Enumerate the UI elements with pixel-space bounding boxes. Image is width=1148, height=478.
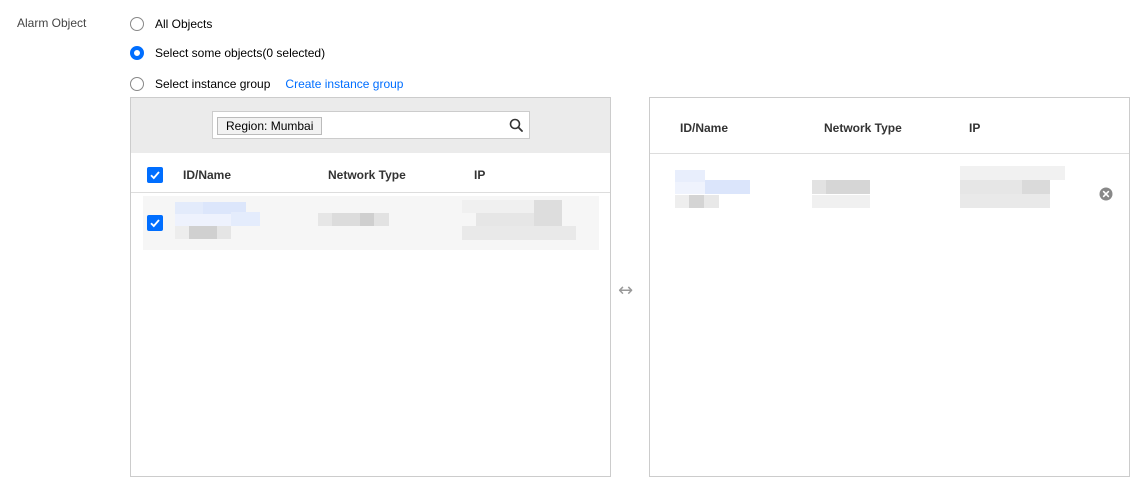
radio-all-objects-circle[interactable] xyxy=(130,17,144,31)
column-header-network-type[interactable]: Network Type xyxy=(824,121,902,135)
check-icon xyxy=(150,219,160,228)
header-divider xyxy=(650,153,1129,154)
column-header-ip[interactable]: IP xyxy=(474,168,485,182)
radio-all-objects-label: All Objects xyxy=(155,17,213,31)
selected-instances-panel: ID/Name Network Type IP xyxy=(649,97,1130,477)
transfer-arrow-icon: ↔ xyxy=(618,280,634,301)
radio-select-instance-group[interactable]: Select instance group Create instance gr… xyxy=(130,75,403,93)
radio-select-some-objects[interactable]: Select some objects (0 selected) xyxy=(130,44,325,62)
create-instance-group-link[interactable]: Create instance group xyxy=(285,77,403,91)
check-icon xyxy=(150,171,160,180)
radio-select-instance-group-circle[interactable] xyxy=(130,77,144,91)
search-bar: Region: Mumbai xyxy=(131,98,610,153)
selected-count: (0 selected) xyxy=(262,46,326,60)
select-all-checkbox[interactable] xyxy=(147,167,163,183)
radio-select-some-objects-circle[interactable] xyxy=(130,46,144,60)
close-circle-icon[interactable] xyxy=(1099,187,1113,201)
radio-select-instance-group-label: Select instance group xyxy=(155,77,271,91)
column-header-network-type[interactable]: Network Type xyxy=(328,168,406,182)
search-icon[interactable] xyxy=(509,118,523,132)
region-filter-tag[interactable]: Region: Mumbai xyxy=(217,117,323,135)
column-header-id-name[interactable]: ID/Name xyxy=(680,121,728,135)
row-checkbox[interactable] xyxy=(147,215,163,231)
header-divider xyxy=(131,192,610,193)
available-instances-panel: Region: Mumbai ID/Name Network Type IP xyxy=(130,97,611,477)
column-header-ip[interactable]: IP xyxy=(969,121,980,135)
alarm-object-label: Alarm Object xyxy=(17,16,87,30)
column-header-id-name[interactable]: ID/Name xyxy=(183,168,231,182)
search-input[interactable]: Region: Mumbai xyxy=(212,111,530,139)
radio-select-some-objects-label: Select some objects xyxy=(155,46,263,60)
radio-all-objects[interactable]: All Objects xyxy=(130,15,212,33)
